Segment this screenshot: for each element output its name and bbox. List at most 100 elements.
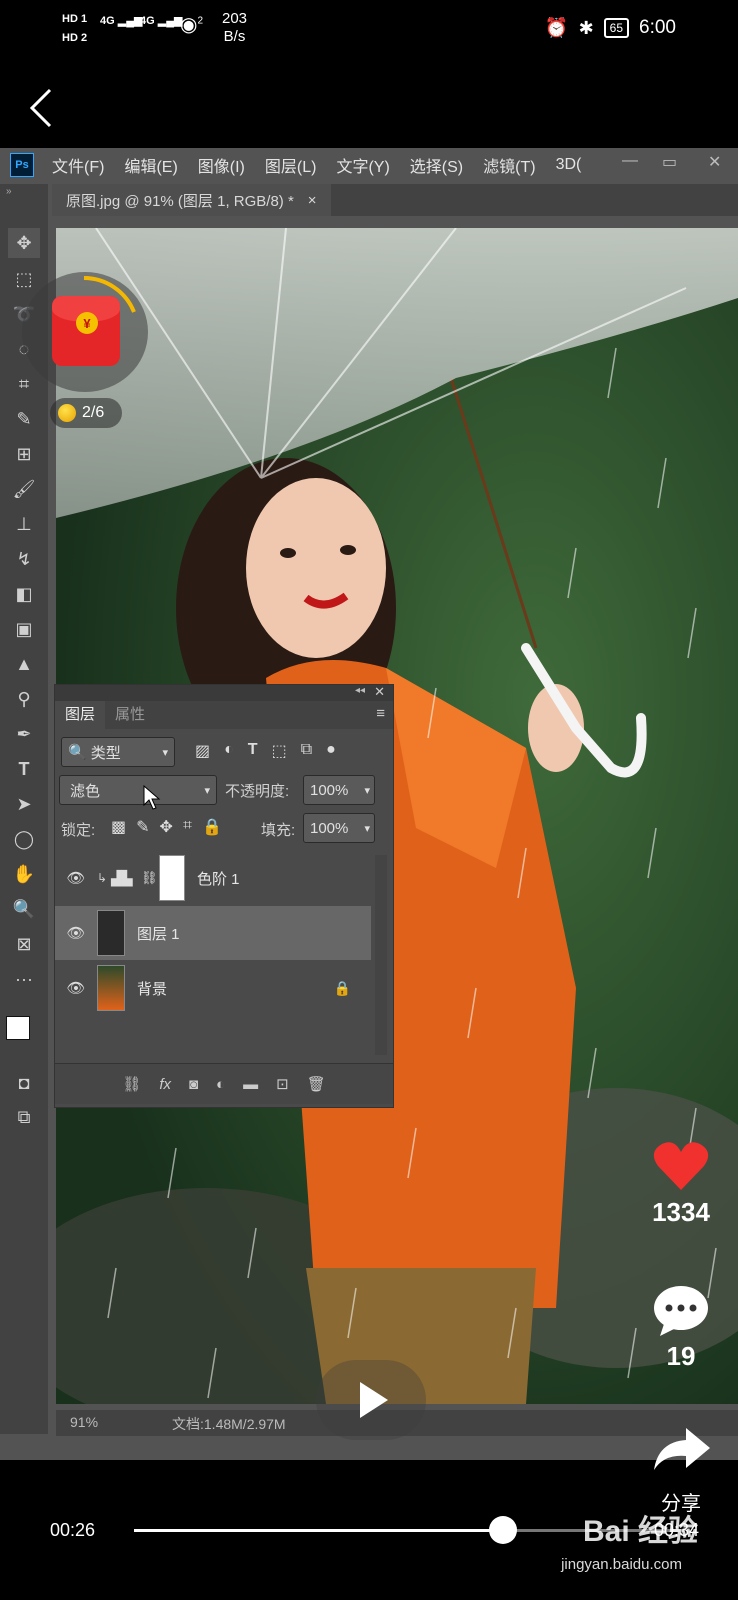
document-size: 文档:1.48M/2.97M — [172, 1416, 286, 1432]
progress-handle[interactable] — [488, 1516, 517, 1544]
menu-edit[interactable]: 编辑(E) — [124, 153, 177, 177]
path-select-tool-icon[interactable]: ➤ — [8, 789, 40, 819]
history-brush-tool-icon[interactable]: ↯ — [8, 544, 40, 574]
lock-all-icon[interactable]: 🔒 — [202, 817, 222, 837]
add-mask-icon[interactable]: ◙ — [189, 1076, 198, 1093]
filter-toggle-icon[interactable]: ● — [326, 741, 336, 761]
collapse-panel-icon[interactable]: ◂◂ — [355, 685, 365, 696]
document-tab-bar: 原图.jpg @ 91% (图层 1, RGB/8) * × — [52, 184, 738, 216]
close-panel-icon[interactable]: ✕ — [374, 684, 385, 700]
fill-label: 填充: — [261, 822, 296, 839]
more-tools-icon[interactable]: ··· — [8, 964, 40, 994]
fill-field[interactable]: 100% ▾ — [303, 813, 375, 843]
zoom-tool-icon[interactable]: 🔍 — [8, 894, 40, 924]
visibility-eye-icon[interactable]: 👁 — [55, 869, 97, 887]
clock: 6:00 — [639, 17, 676, 38]
opacity-value: 100% — [310, 781, 349, 799]
foreground-color-swatch[interactable] — [6, 1016, 30, 1040]
menu-3d[interactable]: 3D( — [556, 156, 582, 174]
document-tab[interactable]: 原图.jpg @ 91% (图层 1, RGB/8) * × — [52, 184, 331, 216]
menu-file[interactable]: 文件(F) — [52, 153, 104, 177]
watermark-url: jingyan.baidu.com — [561, 1556, 682, 1573]
panel-menu-icon[interactable]: ≡ — [376, 705, 385, 722]
menu-image[interactable]: 图像(I) — [198, 153, 245, 177]
share-icon — [654, 1428, 710, 1470]
fx-icon[interactable]: fx — [159, 1076, 171, 1093]
chevron-left-icon — [29, 88, 52, 128]
layer-thumbnail — [97, 910, 125, 956]
new-group-icon[interactable]: ▬ — [243, 1076, 258, 1093]
opacity-label: 不透明度: — [225, 783, 290, 800]
panel-header: ◂◂ ✕ — [55, 684, 393, 701]
layer-mask-thumbnail[interactable] — [159, 855, 185, 901]
eyedropper-tool-icon[interactable]: ✎ — [8, 404, 40, 434]
signal-icon-1: 4G ▂▄▆ — [100, 15, 143, 27]
tab-properties[interactable]: 属性 — [105, 701, 155, 729]
layers-scrollbar[interactable] — [375, 855, 387, 1055]
tab-close-icon[interactable]: × — [308, 192, 317, 209]
menu-filter[interactable]: 滤镜(T) — [483, 153, 535, 177]
new-layer-icon[interactable]: ⊡ — [276, 1075, 289, 1093]
eraser-tool-icon[interactable]: ◧ — [8, 579, 40, 609]
minimize-icon[interactable]: — — [622, 152, 638, 170]
mouse-cursor-icon — [143, 785, 161, 810]
stamp-tool-icon[interactable]: ⊥ — [8, 509, 40, 539]
lock-icon: 🔒 — [333, 979, 351, 996]
visibility-eye-icon[interactable]: 👁 — [55, 979, 97, 997]
pen-tool-icon[interactable]: ✒ — [8, 719, 40, 749]
comment-button[interactable]: 19 — [636, 1284, 726, 1372]
maximize-icon[interactable]: ▭ — [662, 152, 677, 172]
delete-layer-icon[interactable]: 🗑 — [307, 1075, 326, 1093]
menu-layer[interactable]: 图层(L) — [265, 153, 317, 177]
lock-position-icon[interactable]: ✥ — [160, 817, 173, 837]
filter-pixel-icon[interactable]: ▨ — [195, 741, 210, 761]
filter-kind-select[interactable]: 🔍 类型 ▾ — [61, 737, 175, 767]
ellipse-tool-icon[interactable]: ◯ — [8, 824, 40, 854]
brush-tool-icon[interactable]: 🖌 — [8, 474, 40, 504]
layer-row-background[interactable]: 👁 背景 🔒 — [55, 961, 371, 1015]
opacity-field[interactable]: 100% ▾ — [303, 775, 375, 805]
frame-tool-icon[interactable]: ⊠ — [8, 929, 40, 959]
close-window-icon[interactable]: ✕ — [708, 152, 721, 172]
sim2-label: HD 2 — [62, 32, 88, 44]
filter-smart-icon[interactable]: ⧉ — [301, 741, 312, 761]
like-button[interactable]: 1334 — [636, 1140, 726, 1228]
coin-counter-value: 2/6 — [82, 404, 105, 421]
lock-artboard-icon[interactable]: ⌗ — [183, 817, 192, 837]
lock-transparent-icon[interactable]: ▩ — [111, 817, 126, 837]
type-tool-icon[interactable]: T — [8, 754, 40, 784]
red-packet-icon[interactable]: ¥ — [52, 296, 120, 366]
play-button[interactable] — [316, 1360, 426, 1440]
comment-icon — [654, 1286, 708, 1336]
filter-adjustment-icon[interactable]: ◐ — [224, 741, 234, 761]
blend-mode-select[interactable]: 滤色 ▾ — [59, 775, 217, 805]
ps-logo-icon: Ps — [10, 153, 34, 177]
filter-kind-value: 类型 — [90, 744, 121, 762]
quick-mask-icon[interactable]: ◘ — [8, 1068, 40, 1098]
back-button[interactable] — [24, 84, 64, 132]
layer-row-levels[interactable]: 👁 ↳ ▟▙ ⛓ 色阶 1 — [55, 851, 371, 905]
menu-type[interactable]: 文字(Y) — [336, 153, 389, 177]
link-layers-icon[interactable]: ⛓ — [122, 1075, 141, 1093]
filter-type-icon[interactable]: T — [248, 741, 258, 761]
battery-icon: 65 — [603, 18, 630, 38]
comment-count: 19 — [666, 1341, 696, 1371]
lock-image-icon[interactable]: ✎ — [136, 817, 149, 837]
move-tool-icon[interactable]: ✥ — [8, 228, 40, 258]
collapse-icon[interactable]: » — [6, 186, 12, 197]
screen-mode-icon[interactable]: ⧉ — [8, 1102, 40, 1132]
status-bar: HD 1 HD 2 4G ▂▄▆ 4G ▂▄▆ ◉2 203 B/s ⏰ ✱ 6… — [0, 0, 738, 60]
layer-row-layer1[interactable]: 👁 图层 1 — [55, 906, 371, 960]
gradient-tool-icon[interactable]: ▣ — [8, 614, 40, 644]
visibility-eye-icon[interactable]: 👁 — [55, 924, 97, 942]
blur-tool-icon[interactable]: ▲ — [8, 649, 40, 679]
link-icon[interactable]: ⛓ — [141, 870, 159, 886]
tab-layers[interactable]: 图层 — [55, 701, 106, 729]
menu-select[interactable]: 选择(S) — [410, 153, 463, 177]
levels-adjustment-icon: ▟▙ — [111, 869, 133, 886]
filter-shape-icon[interactable]: ⬚ — [272, 741, 287, 761]
hand-tool-icon[interactable]: ✋ — [8, 859, 40, 889]
heal-tool-icon[interactable]: ⊞ — [8, 439, 40, 469]
dodge-tool-icon[interactable]: ⚲ — [8, 684, 40, 714]
new-adjustment-icon[interactable]: ◐ — [216, 1076, 225, 1093]
